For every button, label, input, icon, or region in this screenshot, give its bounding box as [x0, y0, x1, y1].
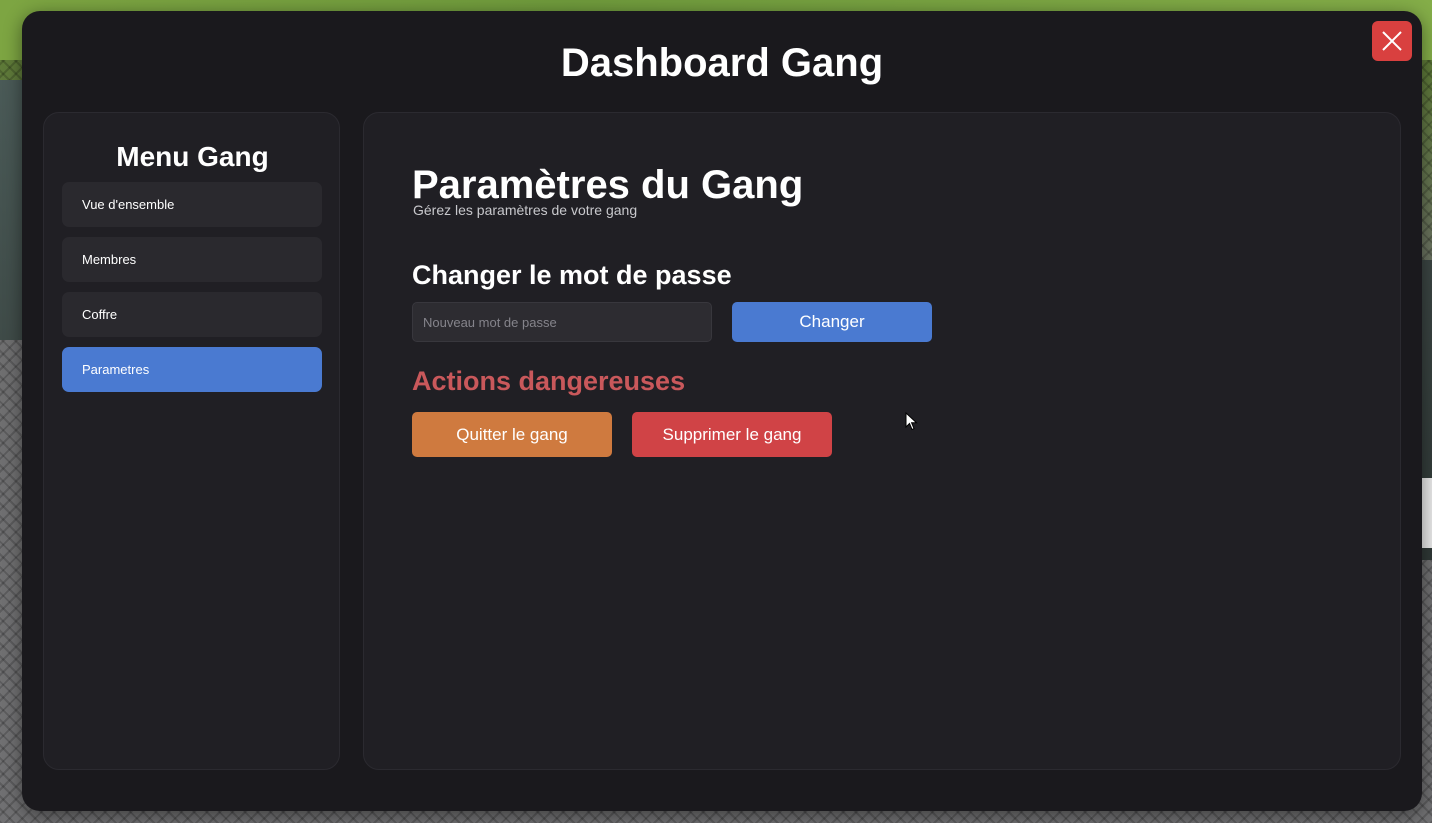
danger-section-title: Actions dangereuses: [412, 366, 686, 396]
sidebar-item-overview[interactable]: Vue d'ensemble: [62, 182, 322, 227]
sidebar-item-members[interactable]: Membres: [62, 237, 322, 282]
delete-gang-button[interactable]: Supprimer le gang: [632, 412, 832, 457]
sidebar: Menu Gang Vue d'ensemble Membres Coffre …: [43, 112, 340, 770]
sidebar-item-vault[interactable]: Coffre: [62, 292, 322, 337]
new-password-input[interactable]: [412, 302, 712, 342]
page-subtitle: Gérez les paramètres de votre gang: [413, 202, 638, 218]
settings-panel: Paramètres du Gang Gérez les paramètres …: [363, 112, 1401, 770]
window-title: Dashboard Gang: [560, 41, 884, 85]
dashboard-window: Dashboard Gang Menu Gang Vue d'ensemble …: [22, 11, 1422, 811]
password-section-title: Changer le mot de passe: [412, 260, 732, 290]
sidebar-item-settings[interactable]: Parametres: [62, 347, 322, 392]
close-button[interactable]: [1372, 21, 1412, 61]
sidebar-title: Menu Gang: [116, 141, 269, 172]
close-icon: [1382, 31, 1402, 51]
leave-gang-button[interactable]: Quitter le gang: [412, 412, 612, 457]
change-password-button[interactable]: Changer: [732, 302, 932, 342]
